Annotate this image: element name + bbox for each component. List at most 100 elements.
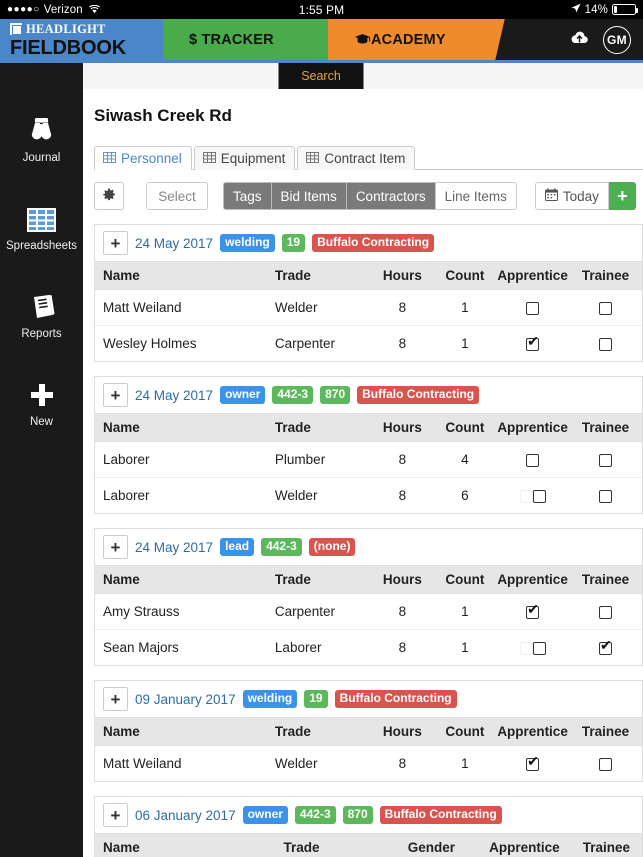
body-wrapper: Journal Spreadsheets Reports New Siwash … (0, 89, 643, 857)
tab-personnel[interactable]: Personnel (94, 145, 192, 171)
column-header: Name (95, 833, 276, 857)
card-header: +24 May 2017 lead 442-3 (none) (95, 529, 642, 565)
column-header: Count (433, 717, 497, 746)
trainee-checkbox[interactable] (599, 453, 613, 467)
apprentice-checkbox[interactable] (532, 489, 546, 503)
trainee-checkbox[interactable] (599, 638, 613, 655)
card-tag[interactable]: lead (220, 538, 255, 556)
select-label: Select (158, 188, 196, 204)
apprentice-checkbox[interactable] (532, 641, 546, 655)
cloud-upload-icon[interactable] (570, 30, 589, 50)
sidebar-item-journal[interactable]: Journal (0, 109, 83, 164)
table-row[interactable]: Matt Weiland Welder 8 1 (95, 745, 642, 781)
card-tag[interactable]: Buffalo Contracting (312, 234, 435, 252)
card-tag[interactable]: 19 (281, 234, 306, 252)
tab-contract-item[interactable]: Contract Item (297, 145, 416, 170)
status-bar-right: 14% (571, 3, 638, 16)
card-tag[interactable]: welding (220, 234, 275, 252)
card-add-row-button[interactable]: + (103, 803, 128, 827)
card-tag[interactable]: Buffalo Contracting (379, 806, 502, 824)
headlight-logo-icon (10, 23, 22, 35)
table-row[interactable]: Laborer Welder 8 6 (95, 477, 642, 513)
column-header: Apprentice (496, 717, 570, 746)
sidebar-item-new[interactable]: New (0, 373, 83, 428)
fieldbook-brand[interactable]: HEADLIGHT FIELDBOOK (0, 19, 163, 60)
card-date-label[interactable]: 24 May 2017 (135, 236, 213, 251)
segment-contractors[interactable]: Contractors (345, 182, 435, 210)
card-date-label[interactable]: 24 May 2017 (135, 388, 213, 403)
content-tabs: Personnel Equipment Contract Item (94, 140, 643, 171)
sidebar-item-new-label: New (29, 416, 53, 428)
card-tag[interactable]: owner (220, 386, 266, 404)
segment-tags[interactable]: Tags (223, 182, 271, 210)
trainee-checkbox[interactable] (599, 757, 613, 771)
tab-equipment[interactable]: Equipment (193, 145, 296, 170)
apprentice-checkbox[interactable] (526, 754, 540, 771)
column-header: Name (95, 261, 267, 290)
card-tag[interactable]: 442-3 (272, 386, 314, 404)
card-tag[interactable]: 870 (320, 386, 351, 404)
cell-hours: 8 (371, 289, 434, 326)
segment-bid-items-label: Bid Items (280, 188, 337, 204)
left-sidebar: Journal Spreadsheets Reports New (0, 89, 83, 857)
trainee-checkbox[interactable] (599, 301, 613, 315)
card-add-row-button[interactable]: + (103, 231, 128, 255)
cell-name: Laborer (95, 477, 267, 513)
cell-trade: Carpenter (266, 593, 372, 630)
table-row[interactable]: Laborer Plumber 8 4 (95, 441, 642, 478)
card-date-label[interactable]: 09 January 2017 (135, 692, 236, 707)
ghost-checkbox-icon (519, 489, 533, 503)
trainee-checkbox[interactable] (599, 605, 613, 619)
table-row[interactable]: Sean Majors Laborer 8 1 (95, 629, 642, 665)
column-header: Apprentice (496, 565, 570, 594)
nav-academy[interactable]: ACADEMY (328, 19, 488, 60)
signal-strength-icon: ●●●●○ (7, 4, 40, 15)
apprentice-checkbox[interactable] (526, 453, 540, 467)
column-header: Name (95, 565, 267, 594)
search-button[interactable]: Search (278, 63, 364, 89)
card-tag[interactable]: 442-3 (294, 806, 336, 824)
trainee-checkbox[interactable] (599, 489, 613, 503)
card-tag[interactable]: owner (242, 806, 288, 824)
column-header: Count (433, 261, 497, 290)
cell-count: 1 (433, 745, 497, 781)
apprentice-checkbox[interactable] (526, 334, 540, 351)
table-row[interactable]: Wesley Holmes Carpenter 8 1 (95, 325, 642, 361)
card-tag[interactable]: welding (242, 690, 298, 708)
trainee-cell (569, 325, 642, 361)
card-add-row-button[interactable]: + (103, 535, 128, 559)
trainee-checkbox[interactable] (599, 337, 613, 351)
card-date-label[interactable]: 06 January 2017 (135, 808, 236, 823)
table-row[interactable]: Amy Strauss Carpenter 8 1 (95, 593, 642, 630)
select-button[interactable]: Select (146, 182, 208, 210)
trainee-cell (569, 745, 642, 781)
table-header-row: Name Trade Hours Count Apprentice Trainee (95, 717, 642, 746)
sidebar-item-reports[interactable]: Reports (0, 285, 83, 340)
card-tag[interactable]: Buffalo Contracting (334, 690, 457, 708)
segment-bid-items[interactable]: Bid Items (270, 182, 346, 210)
segment-line-items[interactable]: Line Items (434, 182, 517, 210)
card-tag[interactable]: (none) (308, 538, 356, 556)
card-add-row-button[interactable]: + (103, 687, 128, 711)
card-tag[interactable]: 19 (304, 690, 328, 708)
nav-tracker[interactable]: $ TRACKER (163, 19, 328, 60)
avatar[interactable]: GM (603, 25, 631, 54)
table-row[interactable]: Matt Weiland Welder 8 1 (95, 289, 642, 326)
cell-count: 1 (433, 629, 497, 665)
card-tag[interactable]: Buffalo Contracting (357, 386, 480, 404)
column-header: Trainee (570, 833, 642, 857)
add-entry-button[interactable]: + (608, 182, 636, 210)
trainee-cell (569, 441, 642, 478)
ios-status-bar: ●●●●○ Verizon 1:55 PM 14% (0, 0, 643, 19)
card-tag[interactable]: 442-3 (261, 538, 302, 556)
apprentice-checkbox[interactable] (526, 301, 540, 315)
card-add-row-button[interactable]: + (103, 383, 128, 407)
sidebar-item-spreadsheets[interactable]: Spreadsheets (0, 197, 83, 252)
apprentice-cell (496, 629, 570, 665)
apprentice-cell (496, 289, 570, 326)
apprentice-checkbox[interactable] (526, 602, 540, 619)
card-tag[interactable]: 870 (342, 806, 373, 824)
today-button[interactable]: Today (534, 182, 609, 210)
settings-button[interactable] (94, 182, 124, 210)
card-date-label[interactable]: 24 May 2017 (135, 540, 213, 555)
